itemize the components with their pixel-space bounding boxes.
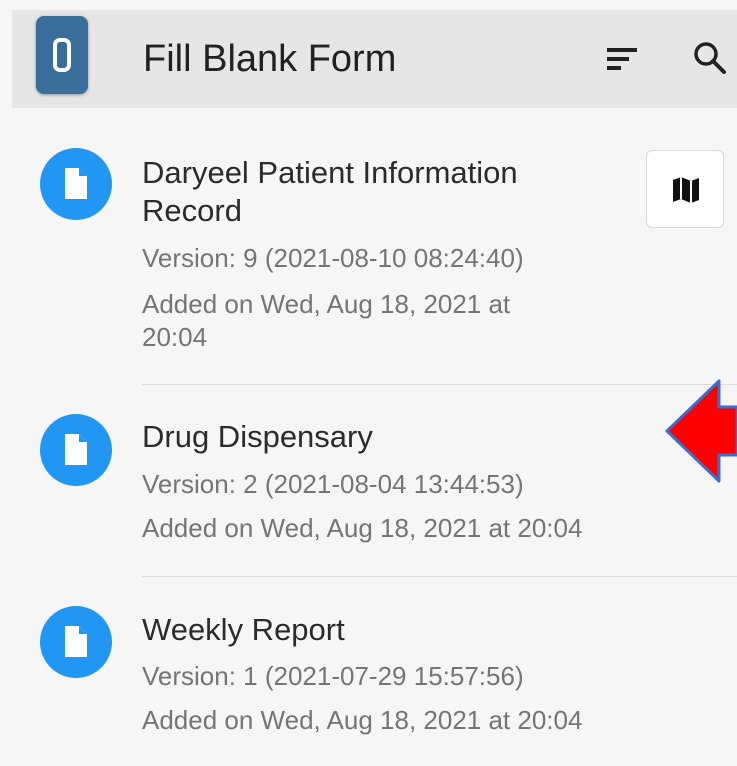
page-title: Fill Blank Form — [143, 38, 397, 80]
search-icon — [694, 42, 726, 74]
form-title: Daryeel Patient Information Record — [142, 155, 518, 228]
form-title: Weekly Report — [142, 612, 345, 647]
form-version: Version: 1 (2021-07-29 15:57:56) — [142, 661, 524, 691]
list-item[interactable]: Weekly Report Version: 1 (2021-07-29 15:… — [0, 577, 737, 766]
sort-icon — [607, 48, 637, 70]
app-bar: Fill Blank Form — [12, 10, 737, 108]
form-added-date: Added on Wed, Aug 18, 2021 at 20:04 — [142, 513, 583, 543]
form-version: Version: 9 (2021-08-10 08:24:40) — [142, 243, 524, 273]
map-button[interactable] — [646, 150, 724, 228]
screen: Fill Blank Form Daryeel Patient Informat… — [0, 0, 737, 766]
map-icon — [673, 177, 699, 203]
form-document-icon — [40, 606, 112, 678]
app-logo-icon — [36, 16, 88, 94]
list-item[interactable]: Daryeel Patient Information Record Versi… — [0, 108, 737, 384]
sort-button[interactable] — [605, 43, 641, 75]
form-document-icon — [40, 148, 112, 220]
form-added-date: Added on Wed, Aug 18, 2021 at 20:04 — [142, 705, 583, 735]
search-button[interactable] — [692, 40, 728, 76]
form-added-date: Added on Wed, Aug 18, 2021 at 20:04 — [142, 289, 511, 352]
form-document-icon — [40, 414, 112, 486]
form-title: Drug Dispensary — [142, 419, 373, 454]
red-arrow-icon — [665, 379, 737, 483]
form-version: Version: 2 (2021-08-04 13:44:53) — [142, 469, 524, 499]
list-item[interactable]: Drug Dispensary Version: 2 (2021-08-04 1… — [0, 385, 737, 575]
